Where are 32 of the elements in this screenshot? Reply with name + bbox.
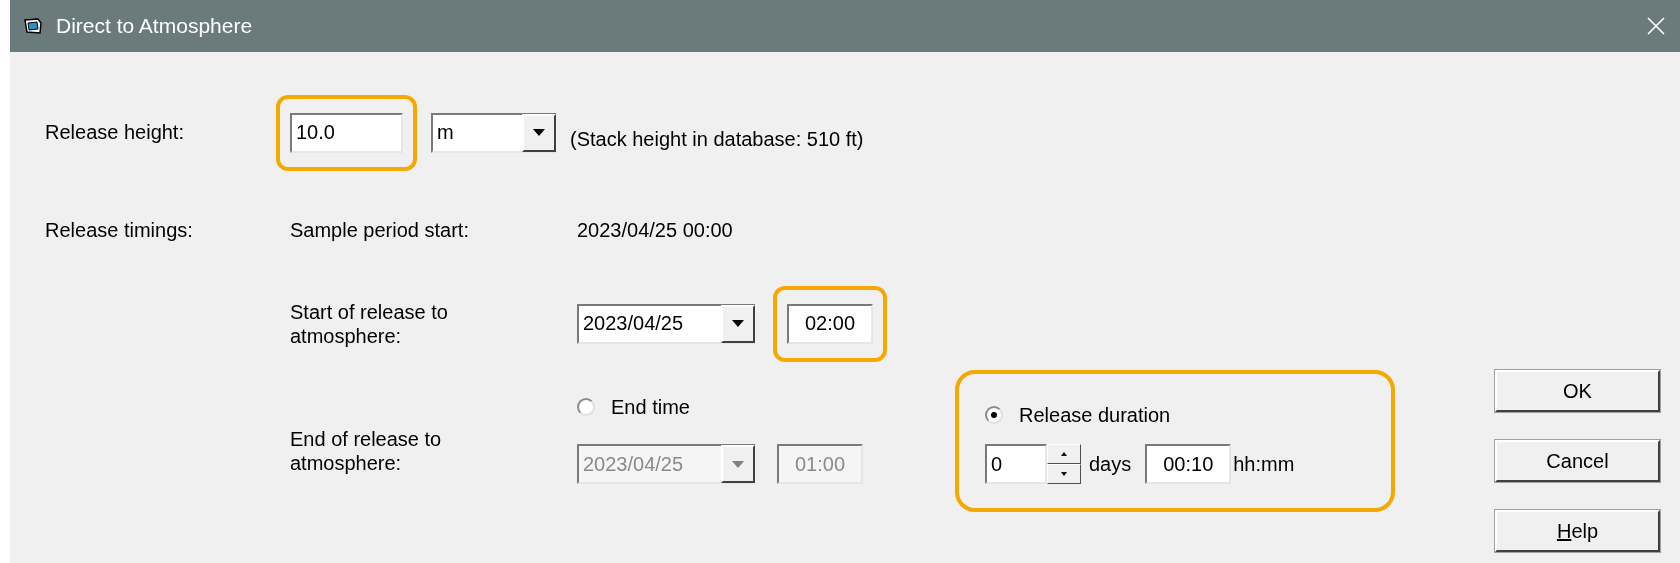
field-label: Release height:	[45, 121, 185, 144]
unit-dropdown[interactable]: m	[431, 112, 556, 153]
dialog-button[interactable]: Help	[1495, 510, 1660, 552]
unit-label: hh:mm	[1233, 452, 1295, 476]
down-arrow-icon	[1061, 472, 1067, 476]
up-arrow-icon	[1061, 452, 1067, 456]
dialog-button[interactable]: Cancel	[1495, 440, 1660, 482]
window-icon	[24, 18, 42, 34]
field-label: Release timings:	[45, 218, 194, 242]
spin-down-button[interactable]	[1047, 464, 1081, 484]
caret-icon	[732, 460, 744, 468]
stack-height-note: (Stack height in database: 510 ft)	[570, 128, 864, 151]
field-label: Start of release to atmosphere:	[290, 299, 449, 348]
spin-up-button[interactable]	[1047, 444, 1081, 464]
height-input[interactable]: 10.0	[290, 112, 403, 153]
date-dropdown[interactable]: 2023/04/25	[577, 303, 755, 344]
radio-button[interactable]	[985, 406, 1003, 424]
dropdown-button[interactable]	[522, 113, 556, 152]
field-label: Sample period start:	[290, 218, 470, 242]
window-title: Direct to Atmosphere	[56, 14, 254, 38]
field-label: End of release to atmosphere:	[290, 427, 443, 475]
unit-label: days	[1089, 452, 1132, 476]
time-input[interactable]: 00:10	[1145, 444, 1232, 484]
dialog-button[interactable]: OK	[1495, 370, 1660, 412]
sample-start-value: 2023/04/25 00:00	[577, 218, 733, 242]
dropdown-button[interactable]	[721, 304, 755, 343]
radio-label[interactable]: Release duration	[1019, 403, 1171, 427]
caret-icon	[533, 129, 545, 136]
time-input[interactable]: 02:00	[787, 303, 873, 344]
caret-icon	[732, 320, 744, 327]
days-input[interactable]: 0	[985, 444, 1047, 484]
close-icon[interactable]	[1646, 16, 1666, 36]
